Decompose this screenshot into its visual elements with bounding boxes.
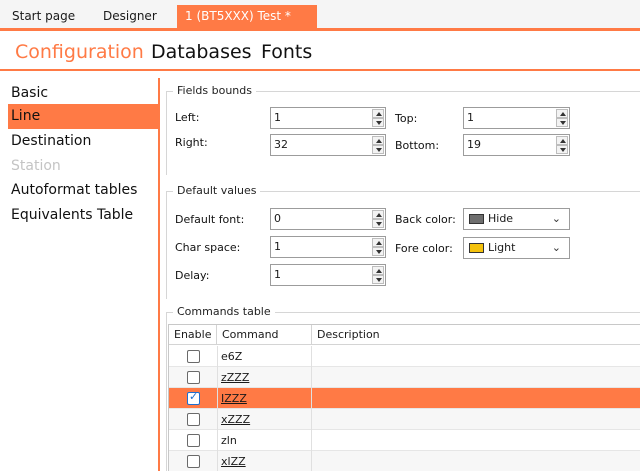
default-font-label: Default font: — [175, 213, 245, 226]
nav-item-line[interactable]: Line — [8, 104, 158, 129]
description-cell — [312, 388, 640, 409]
table-row[interactable]: xZZZ — [169, 409, 640, 430]
command-cell: e6Z — [217, 346, 312, 367]
description-cell — [312, 451, 640, 471]
spin-up-icon[interactable] — [372, 136, 384, 145]
char-space-label: Char space: — [175, 241, 241, 254]
spin-up-icon[interactable] — [372, 210, 384, 219]
command-cell: xZZZ — [217, 409, 312, 430]
table-row[interactable]: xlZZ — [169, 451, 640, 471]
enable-checkbox[interactable] — [187, 455, 200, 468]
command-cell: zZZZ — [217, 367, 312, 388]
left-label: Left: — [175, 111, 200, 124]
bottom-label: Bottom: — [395, 139, 440, 152]
column-header-description[interactable]: Description — [312, 325, 640, 345]
enable-checkbox[interactable]: ✓ — [187, 390, 200, 405]
delay-spinner[interactable]: 1 — [270, 264, 386, 286]
enable-checkbox[interactable] — [187, 350, 200, 363]
description-cell — [312, 409, 640, 430]
spin-down-icon[interactable] — [372, 145, 384, 154]
nav-item-autoformat-tables[interactable]: Autoformat tables — [8, 178, 158, 203]
tab-databases[interactable]: Databases — [151, 39, 252, 65]
enable-checkbox[interactable] — [187, 413, 200, 426]
command-cell: xlZZ — [217, 451, 312, 471]
spin-down-icon[interactable] — [372, 275, 384, 284]
fore-color-swatch — [469, 243, 484, 253]
section-underline — [0, 69, 640, 71]
left-spinner[interactable]: 1 — [270, 107, 386, 129]
tab-designer[interactable]: Designer — [99, 5, 161, 28]
table-row-selected[interactable]: ✓ IZZZ — [169, 388, 640, 409]
checkmark-icon: ✓ — [189, 390, 199, 403]
delay-label: Delay: — [175, 269, 210, 282]
nav-item-station: Station — [11, 158, 61, 174]
command-cell: IZZZ — [217, 388, 312, 409]
bottom-spinner[interactable]: 19 — [463, 134, 570, 156]
right-spinner[interactable]: 32 — [270, 134, 386, 156]
back-color-label: Back color: — [395, 213, 456, 226]
char-space-spinner[interactable]: 1 — [270, 236, 386, 258]
table-row[interactable]: e6Z — [169, 346, 640, 367]
command-cell: zln — [217, 430, 312, 451]
fore-color-label: Fore color: — [395, 242, 453, 255]
spin-down-icon[interactable] — [372, 247, 384, 256]
commands-table-title: Commands table — [173, 305, 275, 318]
column-header-command[interactable]: Command — [217, 325, 312, 345]
spin-up-icon[interactable] — [556, 109, 568, 118]
fore-color-value: Light — [488, 241, 516, 254]
tab-fonts[interactable]: Fonts — [261, 39, 312, 65]
tab-start-page[interactable]: Start page — [8, 5, 79, 28]
right-label: Right: — [175, 136, 208, 149]
fore-color-select[interactable]: Light ⌄ — [463, 237, 570, 259]
back-color-value: Hide — [488, 212, 514, 225]
enable-checkbox[interactable] — [187, 434, 200, 447]
description-cell — [312, 367, 640, 388]
column-header-enable[interactable]: Enable — [169, 325, 217, 345]
tab-configuration[interactable]: Configuration — [15, 39, 144, 65]
spin-down-icon[interactable] — [556, 118, 568, 127]
tab-active-label: 1 (BT5XXX) Test * — [185, 9, 291, 23]
table-row[interactable]: zln — [169, 430, 640, 451]
spin-down-icon[interactable] — [556, 145, 568, 154]
table-row[interactable]: zZZZ — [169, 367, 640, 388]
description-cell — [312, 346, 640, 367]
tab-active-document[interactable]: 1 (BT5XXX) Test * ✕ — [177, 5, 317, 47]
default-font-spinner[interactable]: 0 — [270, 208, 386, 230]
right-value: 32 — [274, 138, 288, 151]
nav-item-basic[interactable]: Basic — [8, 81, 158, 106]
default-font-value: 0 — [274, 212, 281, 225]
document-tab-strip: Start page Designer 1 (BT5XXX) Test * ✕ — [0, 0, 640, 47]
spin-up-icon[interactable] — [372, 266, 384, 275]
back-color-select[interactable]: Hide ⌄ — [463, 208, 570, 230]
nav-item-equivalents-table[interactable]: Equivalents Table — [8, 203, 158, 228]
char-space-value: 1 — [274, 240, 281, 253]
top-label: Top: — [395, 112, 418, 125]
spin-down-icon[interactable] — [372, 219, 384, 228]
enable-checkbox[interactable] — [187, 371, 200, 384]
left-value: 1 — [274, 111, 281, 124]
default-values-title: Default values — [173, 184, 261, 197]
spin-up-icon[interactable] — [372, 238, 384, 247]
bottom-value: 19 — [467, 138, 481, 151]
nav-separator — [158, 78, 160, 471]
chevron-down-icon: ⌄ — [551, 212, 561, 225]
top-value: 1 — [467, 111, 474, 124]
top-spinner[interactable]: 1 — [463, 107, 570, 129]
fields-bounds-group: Fields bounds — [166, 84, 640, 175]
nav-item-destination[interactable]: Destination — [8, 129, 158, 154]
delay-value: 1 — [274, 268, 281, 281]
chevron-down-icon: ⌄ — [551, 241, 561, 254]
fields-bounds-title: Fields bounds — [173, 84, 256, 97]
back-color-swatch — [469, 214, 484, 224]
spin-up-icon[interactable] — [556, 136, 568, 145]
spin-down-icon[interactable] — [372, 118, 384, 127]
spin-up-icon[interactable] — [372, 109, 384, 118]
commands-table: Enable Command Description e6Z zZZZ ✓ IZ… — [168, 324, 640, 471]
description-cell — [312, 430, 640, 451]
